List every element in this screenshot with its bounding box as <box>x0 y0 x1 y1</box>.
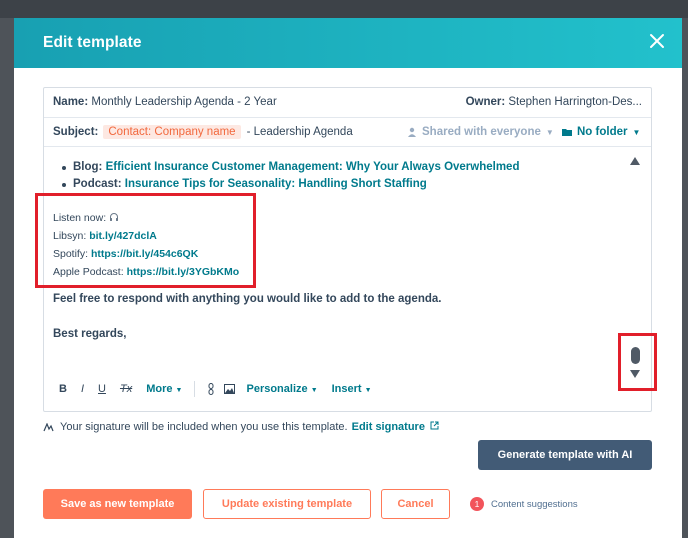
name-label: Name: <box>53 96 89 108</box>
folder-dropdown[interactable]: No folder ▼ <box>562 126 640 138</box>
libsyn-line: Libsyn: bit.ly/427dclA <box>53 227 239 245</box>
subject-field[interactable]: Subject: Contact: Company name - Leaders… <box>53 125 353 139</box>
bullet-label: Blog: <box>73 161 103 173</box>
chevron-down-icon: ▼ <box>175 387 183 394</box>
folder-label: No folder <box>577 126 628 138</box>
resource-list: Blog: Efficient Insurance Customer Manag… <box>61 161 519 195</box>
image-icon[interactable] <box>224 384 236 394</box>
page-backdrop-top <box>0 0 688 18</box>
clear-format-button[interactable]: Tx <box>120 383 132 395</box>
page-backdrop-left <box>0 18 14 538</box>
content-suggestions[interactable]: 1 Content suggestions <box>470 497 578 511</box>
bullet-label: Podcast: <box>73 178 122 190</box>
name-row: Name: Monthly Leadership Agenda - 2 Year… <box>44 88 651 118</box>
modal-header: Edit template <box>14 18 682 68</box>
chevron-down-icon: ▼ <box>364 387 372 394</box>
libsyn-link[interactable]: bit.ly/427dclA <box>89 230 157 242</box>
chevron-down-icon: ▼ <box>632 127 641 137</box>
template-editor: Name: Monthly Leadership Agenda - 2 Year… <box>43 87 652 412</box>
apple-podcast-label: Apple Podcast: <box>53 266 124 278</box>
apple-podcast-line: Apple Podcast: https://bit.ly/3YGbKMo <box>53 263 239 281</box>
signature-note: Your signature will be included when you… <box>43 421 439 433</box>
personalization-token[interactable]: Contact: Company name <box>103 125 241 139</box>
more-label: More <box>146 383 173 395</box>
personalize-label: Personalize <box>246 383 308 395</box>
apple-podcast-link[interactable]: https://bit.ly/3YGbKMo <box>127 266 240 278</box>
spotify-label: Spotify: <box>53 248 89 260</box>
owner-field[interactable]: Owner: Stephen Harrington-Des... <box>466 96 642 108</box>
subject-text: - Leadership Agenda <box>246 126 353 138</box>
external-link-icon <box>430 421 439 430</box>
suggestions-label: Content suggestions <box>491 498 578 510</box>
signature-text: Your signature will be included when you… <box>60 421 348 433</box>
podcast-link[interactable]: Insurance Tips for Seasonality: Handling… <box>125 178 427 190</box>
underline-button[interactable]: U <box>98 383 106 395</box>
more-dropdown[interactable]: More ▼ <box>146 383 182 395</box>
user-icon <box>408 127 416 137</box>
italic-button[interactable]: I <box>81 383 84 395</box>
headphones-icon <box>110 213 119 221</box>
close-icon[interactable] <box>648 32 666 50</box>
email-body[interactable]: Blog: Efficient Insurance Customer Manag… <box>44 148 651 371</box>
generate-with-ai-button[interactable]: Generate template with AI <box>478 440 652 470</box>
owner-value: Stephen Harrington-Des... <box>508 96 642 108</box>
closing-line: Feel free to respond with anything you w… <box>53 293 442 305</box>
sharing-label: Shared with everyone <box>422 126 541 138</box>
subject-label: Subject: <box>53 126 99 138</box>
name-value: Monthly Leadership Agenda - 2 Year <box>91 96 277 108</box>
libsyn-label: Libsyn: <box>53 230 87 242</box>
chevron-down-icon: ▼ <box>310 387 318 394</box>
sign-off: Best regards, <box>53 328 127 340</box>
save-as-new-button[interactable]: Save as new template <box>43 489 192 519</box>
signature-icon <box>43 422 54 431</box>
chevron-down-icon: ▼ <box>545 127 554 137</box>
spotify-line: Spotify: https://bit.ly/454c6QK <box>53 245 239 263</box>
cancel-button[interactable]: Cancel <box>381 489 450 519</box>
blog-link[interactable]: Efficient Insurance Customer Management:… <box>106 161 520 173</box>
edit-signature-label: Edit signature <box>351 421 425 433</box>
edit-template-modal: Edit template Name: Monthly Leadership A… <box>14 18 682 538</box>
listen-now-line: Listen now: <box>53 209 239 227</box>
subject-row: Subject: Contact: Company name - Leaders… <box>44 118 651 147</box>
formatting-toolbar: B I U Tx More ▼ Personalize ▼ Insert ▼ <box>44 376 651 402</box>
edit-signature-link[interactable]: Edit signature <box>352 421 439 433</box>
list-item: Blog: Efficient Insurance Customer Manag… <box>61 161 519 173</box>
update-existing-button[interactable]: Update existing template <box>203 489 371 519</box>
list-item: Podcast: Insurance Tips for Seasonality:… <box>61 178 519 190</box>
owner-label: Owner: <box>465 96 506 108</box>
listen-now-label: Listen now: <box>53 212 107 224</box>
suggestions-count-badge: 1 <box>470 497 484 511</box>
personalize-dropdown[interactable]: Personalize ▼ <box>246 383 317 395</box>
modal-title: Edit template <box>43 34 142 51</box>
spotify-link[interactable]: https://bit.ly/454c6QK <box>91 248 198 260</box>
scrollbar-thumb[interactable] <box>631 347 640 364</box>
folder-icon <box>562 129 572 136</box>
listen-block: Listen now: Libsyn: bit.ly/427dclA Spoti… <box>53 209 239 281</box>
toolbar-divider <box>194 381 196 397</box>
chevron-up-icon[interactable] <box>630 157 640 165</box>
insert-dropdown[interactable]: Insert ▼ <box>332 383 372 395</box>
insert-label: Insert <box>331 383 362 395</box>
sharing-dropdown[interactable]: Shared with everyone ▼ <box>407 126 554 138</box>
link-icon[interactable] <box>207 383 215 395</box>
bold-button[interactable]: B <box>59 383 67 395</box>
page-backdrop-right <box>682 18 688 538</box>
template-name-field[interactable]: Name: Monthly Leadership Agenda - 2 Year <box>53 96 277 108</box>
